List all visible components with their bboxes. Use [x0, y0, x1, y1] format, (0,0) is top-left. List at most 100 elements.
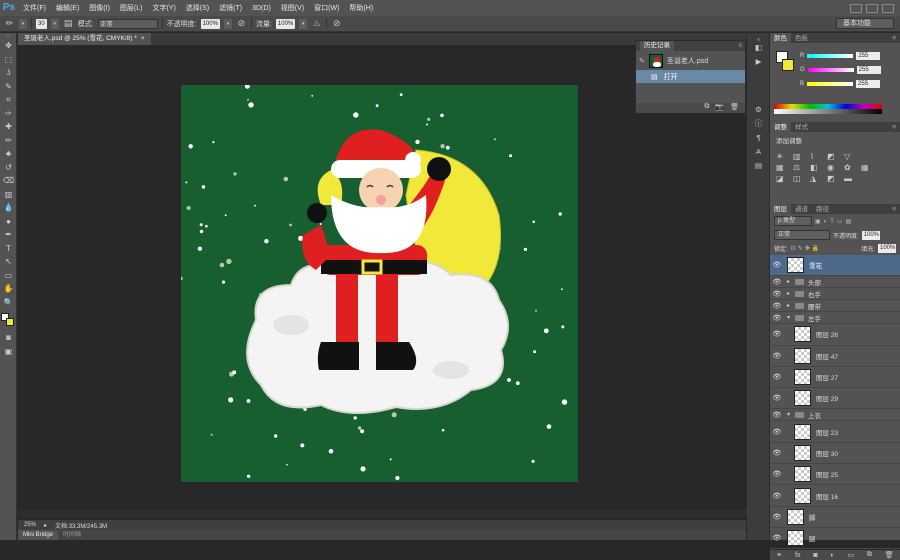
brightness-icon[interactable]: ☀: [776, 152, 790, 161]
paragraph-panel-icon[interactable]: ¶: [747, 131, 770, 145]
panel-menu-icon[interactable]: ≡: [888, 122, 900, 132]
brush-picker-dropdown[interactable]: ▾: [50, 18, 59, 29]
invert-icon[interactable]: ◪: [776, 174, 790, 183]
color-swatches[interactable]: [0, 309, 16, 331]
airbrush-icon[interactable]: ♨: [311, 18, 322, 29]
menu-3d[interactable]: 3D(D): [247, 5, 276, 12]
color-lookup-icon[interactable]: ▦: [861, 163, 875, 172]
blend-mode-select[interactable]: 正常: [97, 18, 158, 29]
panel-menu-icon[interactable]: ≡: [738, 43, 745, 49]
gradient-icon[interactable]: ▥: [0, 188, 17, 202]
delete-layer-icon[interactable]: 🗑: [885, 551, 894, 559]
hue-saturation-icon[interactable]: ▦: [776, 163, 790, 172]
visibility-eye-icon[interactable]: 👁: [770, 394, 784, 402]
history-step-open[interactable]: ▤ 打开: [636, 70, 745, 83]
visibility-eye-icon[interactable]: 👁: [770, 352, 784, 360]
expand-arrow-open-icon[interactable]: ▾: [787, 411, 795, 418]
tab-adjustments[interactable]: 调整: [770, 122, 791, 132]
expand-arrow-icon[interactable]: ▸: [787, 302, 795, 309]
b-slider[interactable]: [807, 82, 854, 86]
tab-swatches[interactable]: 色板: [791, 33, 812, 43]
layer-group-row[interactable]: 👁 ▸ 头部: [770, 276, 900, 289]
eraser-icon[interactable]: ⌫: [0, 174, 17, 188]
history-snapshot[interactable]: ✎ 圣诞老人.psd: [636, 51, 745, 70]
color-spectrum[interactable]: [774, 104, 882, 114]
visibility-eye-icon[interactable]: 👁: [770, 513, 784, 521]
g-slider[interactable]: [807, 68, 854, 72]
tab-color[interactable]: 颜色: [770, 33, 791, 43]
posterize-icon[interactable]: ◫: [793, 174, 807, 183]
tab-paths[interactable]: 路径: [812, 204, 833, 214]
character-panel-icon[interactable]: A: [747, 145, 770, 159]
flow-dropdown[interactable]: ▾: [299, 18, 308, 29]
layer-group-row[interactable]: 👁 ▸ 腰带: [770, 300, 900, 313]
maximize-button[interactable]: [866, 3, 878, 13]
new-snapshot-icon[interactable]: 📷: [715, 103, 724, 113]
threshold-icon[interactable]: ◮: [810, 174, 824, 183]
crop-icon[interactable]: ⌗: [0, 93, 17, 107]
layer-group-row[interactable]: 👁 ▾ 上衣: [770, 409, 900, 422]
minimize-button[interactable]: [850, 3, 862, 13]
close-document-button[interactable]: ×: [141, 33, 145, 45]
menu-image[interactable]: 图像(I): [84, 3, 115, 13]
visibility-eye-icon[interactable]: 👁: [770, 411, 784, 419]
fill-input[interactable]: 100%: [878, 244, 896, 253]
info-panel-icon[interactable]: ⓘ: [747, 117, 770, 131]
document-canvas[interactable]: [181, 85, 578, 482]
brush-size-picker[interactable]: 30: [36, 18, 47, 29]
new-group-icon[interactable]: ▭: [847, 551, 854, 559]
visibility-eye-icon[interactable]: 👁: [770, 492, 784, 500]
panel-menu-icon[interactable]: ≡: [888, 33, 900, 43]
menu-window[interactable]: 窗口(W): [309, 3, 344, 13]
new-layer-icon[interactable]: ⧉: [867, 551, 872, 559]
layer-style-icon[interactable]: fx: [795, 552, 800, 559]
layer-group-row[interactable]: 👁 ▸ 右手: [770, 288, 900, 301]
tab-timeline[interactable]: 时间轴: [58, 530, 86, 540]
dodge-icon[interactable]: ●: [0, 215, 17, 229]
horizontal-scrollbar[interactable]: [18, 510, 746, 518]
pressure-opacity-icon[interactable]: ⊘: [236, 18, 247, 29]
pen-icon[interactable]: ✒: [0, 228, 17, 242]
hand-icon[interactable]: ✋: [0, 282, 17, 296]
b-input[interactable]: 255: [856, 80, 881, 88]
visibility-eye-icon[interactable]: 👁: [770, 278, 784, 286]
layer-row[interactable]: 👁 腿: [770, 528, 900, 550]
healing-icon[interactable]: ✚: [0, 120, 17, 134]
layer-row[interactable]: 👁 图层 23: [770, 421, 900, 443]
canvas-area[interactable]: [18, 45, 746, 520]
blur-icon[interactable]: 💧: [0, 201, 17, 215]
opacity-dropdown[interactable]: ▾: [223, 18, 232, 29]
layer-row[interactable]: 👁 图层 16: [770, 485, 900, 507]
brush-presets-icon[interactable]: ▤: [747, 159, 770, 173]
lasso-icon[interactable]: ʖ: [0, 66, 17, 80]
tab-styles[interactable]: 样式: [791, 122, 812, 132]
exposure-icon[interactable]: ◩: [827, 152, 841, 161]
layer-kind-filter[interactable]: ρ 类型: [774, 216, 812, 226]
new-document-from-state-icon[interactable]: ⧉: [704, 103, 709, 113]
pressure-size-icon[interactable]: ⊘: [331, 18, 342, 29]
stamp-icon[interactable]: ♣: [0, 147, 17, 161]
color-balance-icon[interactable]: ⚖: [793, 163, 807, 172]
menu-type[interactable]: 文字(Y): [147, 3, 180, 13]
tab-mini-bridge[interactable]: Mini Bridge: [18, 530, 59, 540]
trash-icon[interactable]: 🗑: [730, 103, 739, 113]
tab-history[interactable]: 历史记录: [640, 41, 674, 51]
history-panel-icon[interactable]: ◧: [747, 41, 770, 55]
history-brush-source-icon[interactable]: ✎: [639, 57, 645, 65]
tool-preset-dropdown[interactable]: ▾: [19, 18, 27, 29]
screen-mode-icon[interactable]: ▣: [0, 345, 17, 359]
visibility-eye-icon[interactable]: 👁: [770, 290, 784, 298]
r-slider[interactable]: [807, 54, 854, 58]
photo-filter-icon[interactable]: ◉: [827, 163, 841, 172]
workspace-select[interactable]: 基本功能: [836, 18, 894, 29]
menu-edit[interactable]: 编辑(E): [51, 3, 84, 13]
flow-input[interactable]: 100%: [275, 18, 296, 29]
layer-row[interactable]: 👁 图层 29: [770, 388, 900, 410]
move-icon[interactable]: ✥: [0, 39, 17, 53]
visibility-eye-icon[interactable]: 👁: [770, 314, 784, 322]
quick-mask-icon[interactable]: ◙: [0, 331, 17, 345]
menu-select[interactable]: 选择(S): [181, 3, 214, 13]
layer-row[interactable]: 👁 雪花: [770, 255, 900, 277]
layer-row[interactable]: 👁 图层 25: [770, 464, 900, 486]
brush-tool-preset-icon[interactable]: ✏: [4, 18, 15, 29]
